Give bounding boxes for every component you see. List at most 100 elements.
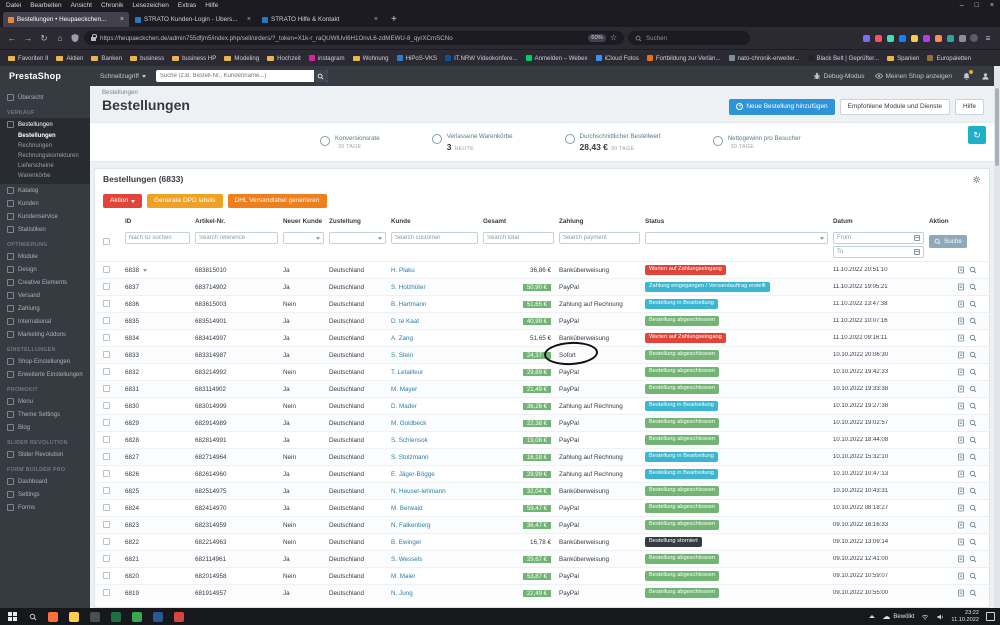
taskbar-app-mail[interactable] xyxy=(168,608,189,625)
customer-link[interactable]: S. Holzhüter xyxy=(391,284,426,291)
filter-reference-input[interactable] xyxy=(195,232,278,244)
sidebar-item-slider-revolution[interactable]: Slider Revolution xyxy=(0,448,90,461)
quick-access-dropdown[interactable]: Schnellzugriff xyxy=(90,73,156,80)
row-checkbox[interactable] xyxy=(103,538,110,545)
invoice-document-icon[interactable] xyxy=(957,453,965,461)
order-row-6829[interactable]: 6829682914989JaDeutschlandM. Goldbeck22,… xyxy=(95,414,989,431)
sidebar-item-settings[interactable]: Settings xyxy=(0,488,90,501)
view-order-icon[interactable] xyxy=(969,470,977,478)
sidebar-item-theme-settings[interactable]: Theme Settings xyxy=(0,408,90,421)
sidebar-item-creative-elements[interactable]: Creative Elements xyxy=(0,276,90,289)
invoice-document-icon[interactable] xyxy=(957,487,965,495)
customer-link[interactable]: D. Mader xyxy=(391,403,417,410)
extension-icon[interactable] xyxy=(911,35,918,42)
taskbar-app-explorer[interactable] xyxy=(63,608,84,625)
help-button[interactable]: Hilfe xyxy=(955,99,984,115)
order-preview-caret-icon[interactable] xyxy=(143,269,147,272)
sidebar-item-shop-einstellungen[interactable]: Shop-Einstellungen xyxy=(0,355,90,368)
customer-link[interactable]: E. Jäger-Bögge xyxy=(391,471,435,478)
menu-bearbeiten[interactable]: Bearbeiten xyxy=(30,2,61,9)
sidebar-item-statistiken[interactable]: Statistiken xyxy=(0,223,90,236)
bookmark-icloud-fotos[interactable]: iCloud Fotos xyxy=(596,55,639,62)
bookmark-modeling[interactable]: Modeling xyxy=(224,55,259,62)
order-row-6834[interactable]: 6834683414997JaDeutschlandA. Zang51,65 €… xyxy=(95,329,989,346)
network-wifi-icon[interactable] xyxy=(921,613,929,621)
zoom-level-badge[interactable]: 60% xyxy=(588,34,606,42)
sidebar-subitem-warenkörbe[interactable]: Warenkörbe xyxy=(0,171,90,181)
order-row-6837[interactable]: 6837683714902JaDeutschlandS. Holzhüter50… xyxy=(95,278,989,295)
filter-payment-input[interactable] xyxy=(559,232,640,244)
column-header-artikel-nr[interactable]: Artikel-Nr. xyxy=(195,219,283,226)
bookmark-business-hp[interactable]: business HP xyxy=(172,55,216,62)
menu-hamburger-icon[interactable]: ≡ xyxy=(982,34,994,43)
order-row-6827[interactable]: 6827682714964NeinDeutschlandS. Stolzmann… xyxy=(95,448,989,465)
bookmark-business[interactable]: business xyxy=(130,55,164,62)
customer-link[interactable]: N. Jung xyxy=(391,590,413,597)
customer-link[interactable]: A. Zang xyxy=(391,335,413,342)
customer-link[interactable]: M. Maier xyxy=(391,573,416,580)
forward-icon[interactable]: → xyxy=(22,34,34,43)
row-checkbox[interactable] xyxy=(103,521,110,528)
view-order-icon[interactable] xyxy=(969,504,977,512)
view-order-icon[interactable] xyxy=(969,538,977,546)
taskbar-app-sheets[interactable] xyxy=(126,608,147,625)
sidebar-item-forms[interactable]: Forms xyxy=(0,501,90,514)
weather-widget[interactable]: ☁ Bewölkt xyxy=(882,613,914,621)
recommended-modules-button[interactable]: Empfohlene Module und Dienste xyxy=(840,99,950,115)
window-minimize-button[interactable]: – xyxy=(960,2,964,9)
account-icon[interactable] xyxy=(981,72,990,81)
extension-icon[interactable] xyxy=(947,35,954,42)
back-icon[interactable]: ← xyxy=(6,34,18,43)
profile-avatar[interactable] xyxy=(970,34,978,42)
row-checkbox[interactable] xyxy=(103,385,110,392)
menu-datei[interactable]: Datei xyxy=(6,2,21,9)
customer-link[interactable]: S. Schlensok xyxy=(391,437,428,444)
customer-link[interactable]: S. Stolzmann xyxy=(391,454,428,461)
order-row-6819[interactable]: 6819681914957JaDeutschlandN. Jung22,49 €… xyxy=(95,584,989,601)
row-checkbox[interactable] xyxy=(103,589,110,596)
window-close-button[interactable]: × xyxy=(990,2,994,9)
row-checkbox[interactable] xyxy=(103,419,110,426)
extension-icon[interactable] xyxy=(863,35,870,42)
extension-icon[interactable] xyxy=(959,35,966,42)
sidebar-subitem-bestellungen[interactable]: Bestellungen xyxy=(0,131,90,141)
bookmark-fortbildung-zur-verlän[interactable]: Fortbildung zur Verlän... xyxy=(647,55,721,62)
bookmark-aktien[interactable]: Aktien xyxy=(56,55,83,62)
bookmark-nato-chronik-erweiter[interactable]: nato-chronik-erweiter... xyxy=(729,55,800,62)
order-row-6832[interactable]: 6832683214992NeinDeutschlandT. Letailleu… xyxy=(95,363,989,380)
order-row-6826[interactable]: 6826682614960JaDeutschlandE. Jäger-Bögge… xyxy=(95,465,989,482)
column-header-gesamt[interactable]: Gesamt xyxy=(483,219,559,226)
order-row-6824[interactable]: 6824682414970JaDeutschlandM. Berwald59,4… xyxy=(95,499,989,516)
menu-hilfe[interactable]: Hilfe xyxy=(205,2,218,9)
browser-tab[interactable]: STRATO Hilfe & Kontakt× xyxy=(257,12,383,27)
volume-icon[interactable] xyxy=(936,613,944,621)
dpd-labels-button[interactable]: Generate DPD labels xyxy=(147,194,222,208)
row-checkbox[interactable] xyxy=(103,266,110,273)
bookmark-black-belt-geprüfter[interactable]: Black Belt | Geprüfter... xyxy=(808,55,880,62)
order-row-6830[interactable]: 6830683014999NeinDeutschlandD. Mader36,2… xyxy=(95,397,989,414)
order-row-6835[interactable]: 6835683514901JaDeutschlandD. te Kaat40,9… xyxy=(95,312,989,329)
invoice-document-icon[interactable] xyxy=(957,555,965,563)
sidebar-item-international[interactable]: International xyxy=(0,315,90,328)
sidebar-item-menu[interactable]: Menu xyxy=(0,395,90,408)
url-bar[interactable]: https://heupaeckchen.de/admin755dfjm5/in… xyxy=(84,31,624,45)
invoice-document-icon[interactable] xyxy=(957,317,965,325)
customer-link[interactable]: S. Wessels xyxy=(391,556,422,563)
order-row-6825[interactable]: 6825682514975JaDeutschlandN. Heuser-lehm… xyxy=(95,482,989,499)
row-checkbox[interactable] xyxy=(103,351,110,358)
page-scrollbar[interactable] xyxy=(994,66,1000,608)
menu-ansicht[interactable]: Ansicht xyxy=(71,2,92,9)
view-order-icon[interactable] xyxy=(969,317,977,325)
view-order-icon[interactable] xyxy=(969,385,977,393)
new-order-button[interactable]: +Neue Bestellung hinzufügen xyxy=(729,99,834,115)
filter-search-button[interactable]: Suche xyxy=(929,235,967,248)
sidebar-item-dashboard[interactable]: Dashboard xyxy=(0,475,90,488)
invoice-document-icon[interactable] xyxy=(957,538,965,546)
extension-icon[interactable] xyxy=(887,35,894,42)
row-checkbox[interactable] xyxy=(103,334,110,341)
order-row-6831[interactable]: 6831683114902JaDeutschlandM. Mayer21,49 … xyxy=(95,380,989,397)
order-row-6820[interactable]: 6820682014958NeinDeutschlandM. Maier53,8… xyxy=(95,567,989,584)
order-row-6822[interactable]: 6822682214963NeinDeutschlandB. Ewinger16… xyxy=(95,533,989,550)
view-order-icon[interactable] xyxy=(969,419,977,427)
bookmark-instagram[interactable]: instagram xyxy=(309,55,345,62)
